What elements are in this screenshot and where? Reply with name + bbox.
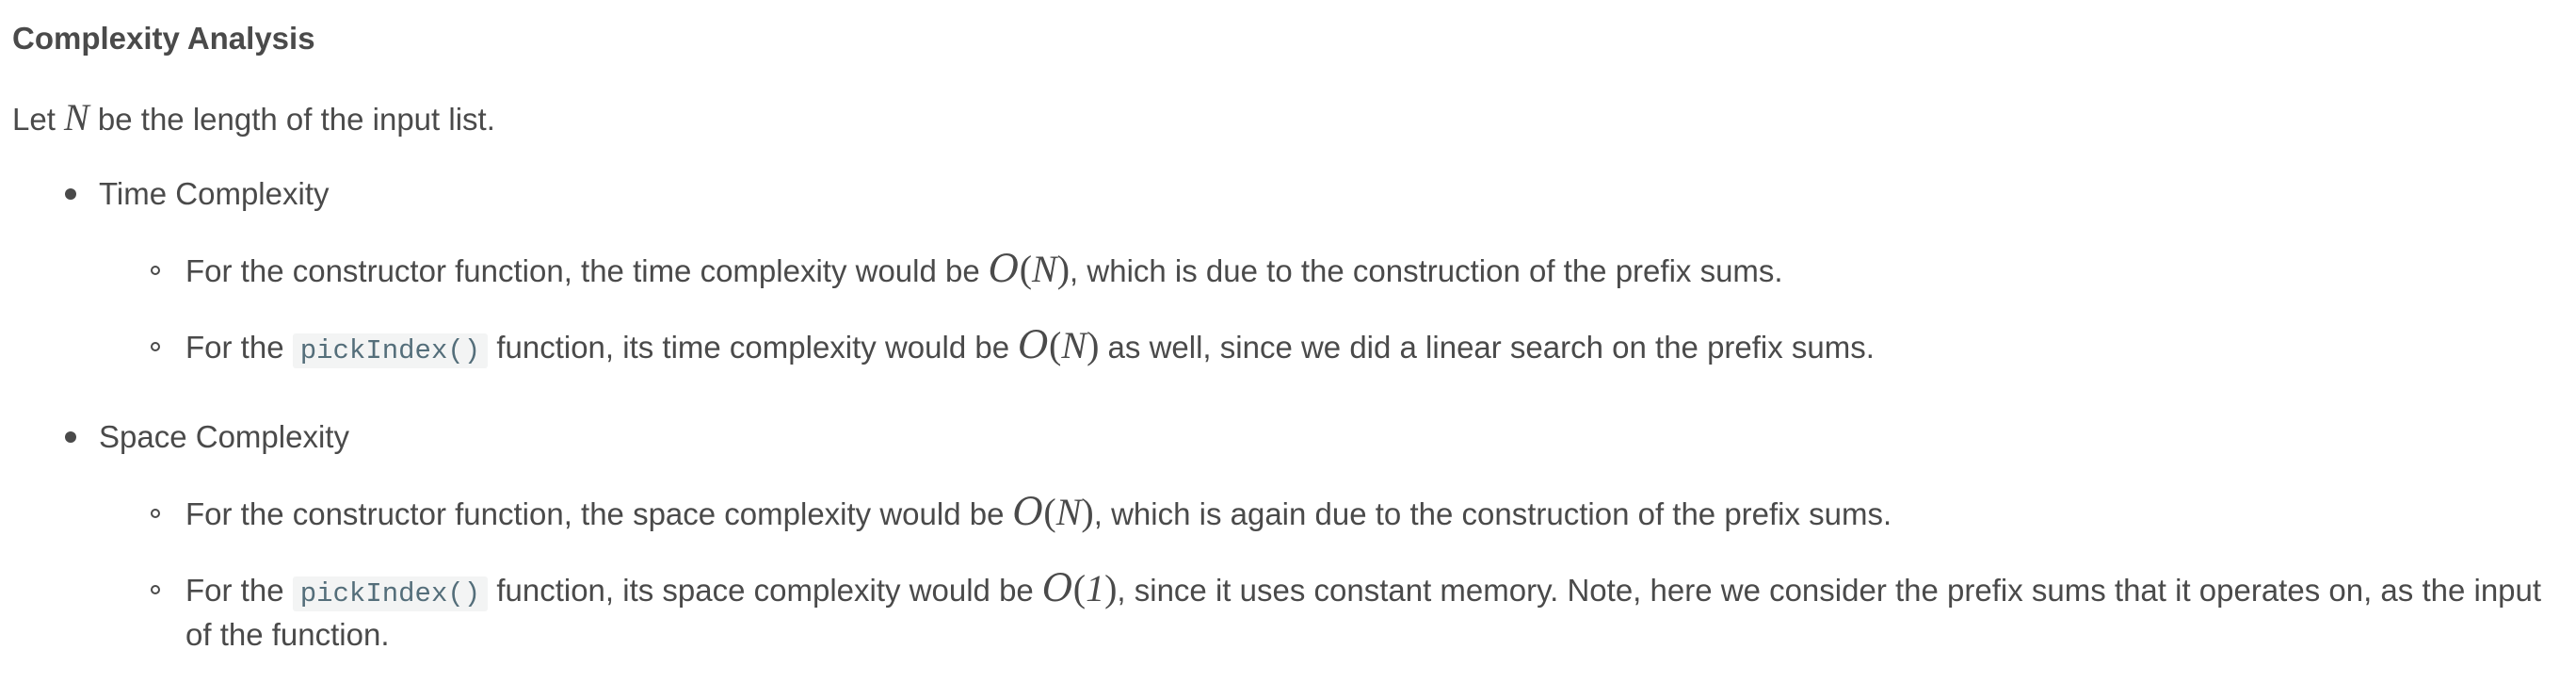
intro-suffix: be the length of the input list.	[89, 102, 495, 137]
bullet-disc	[65, 188, 76, 200]
section-heading: Complexity Analysis	[12, 21, 315, 56]
bullet-disc	[65, 431, 76, 443]
list-item-time-complexity: Time Complexity	[99, 176, 330, 211]
item-text: , which is due to the construction of th…	[1070, 253, 1783, 288]
list-item-space-complexity: Space Complexity	[99, 419, 349, 454]
item-text: For the	[185, 573, 293, 608]
space-item-constructor: For the constructor function, the space …	[185, 491, 1892, 536]
item-text: For the	[185, 330, 293, 365]
big-o-notation: O(1)	[1041, 567, 1118, 610]
item-text: For the constructor function, the time c…	[185, 253, 989, 288]
item-text: function, its time complexity would be	[488, 330, 1019, 365]
item-text: , which is again due to the construction…	[1093, 496, 1892, 531]
big-o-notation: O(N)	[1018, 324, 1100, 367]
bullet-circle	[151, 266, 160, 275]
item-text: function, its space complexity would be	[488, 573, 1042, 608]
big-o-notation: O(N)	[988, 248, 1071, 291]
space-item-pickindex-continued: of the function.	[185, 617, 390, 652]
math-variable: N	[64, 96, 89, 138]
document-page: Complexity Analysis Let N be the length …	[0, 0, 2576, 682]
space-item-pickindex: For the pickIndex() function, its space …	[185, 567, 2541, 616]
big-o-notation: O(N)	[1012, 491, 1094, 534]
intro-paragraph: Let N be the length of the input list.	[12, 96, 495, 141]
inline-code: pickIndex()	[292, 333, 489, 368]
time-item-constructor: For the constructor function, the time c…	[185, 248, 1783, 293]
item-text: For the constructor function, the space …	[185, 496, 1013, 531]
bullet-circle	[151, 342, 160, 351]
intro-prefix: Let	[12, 102, 65, 137]
item-text: as well, since we did a linear search on…	[1099, 330, 1875, 365]
bullet-circle	[151, 585, 160, 594]
time-item-pickindex: For the pickIndex() function, its time c…	[185, 324, 1875, 373]
bullet-circle	[151, 509, 160, 518]
item-text: , since it uses constant memory. Note, h…	[1117, 573, 2542, 608]
inline-code: pickIndex()	[292, 576, 489, 611]
